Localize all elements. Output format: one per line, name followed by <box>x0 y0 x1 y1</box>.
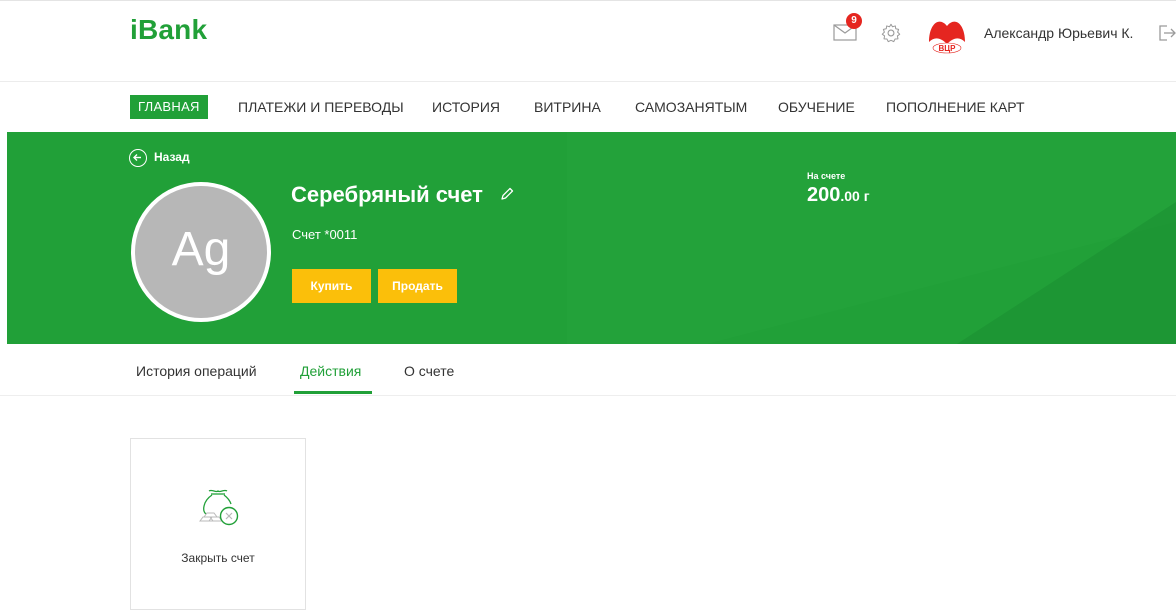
nav-item-card-topup[interactable]: ПОПОЛНЕНИЕ КАРТ <box>886 95 1025 119</box>
balance-label: На счете <box>807 171 846 181</box>
logout-icon[interactable] <box>1156 23 1176 43</box>
header-divider <box>0 81 1176 82</box>
close-account-label: Закрыть счет <box>181 551 255 565</box>
tab-operations-history[interactable]: История операций <box>136 363 257 379</box>
tab-actions[interactable]: Действия <box>300 363 361 379</box>
nav-item-learning[interactable]: ОБУЧЕНИЕ <box>778 95 855 119</box>
balance-value: 200.00 г <box>807 184 870 207</box>
account-number: Счет *0011 <box>292 227 358 242</box>
nav-item-main[interactable]: ГЛАВНАЯ <box>130 95 208 119</box>
page: iBank 9 ВЦР Александр Юрьевич К. ГЛАВНАЯ… <box>0 0 1176 614</box>
tabs-divider <box>0 395 1176 396</box>
nav-item-showcase[interactable]: ВИТРИНА <box>534 95 601 119</box>
account-tabs: История операций Действия О счете <box>0 344 1176 396</box>
user-avatar-logo[interactable]: ВЦР <box>925 12 969 56</box>
balance-integer: 200 <box>807 184 841 206</box>
account-avatar: Ag <box>131 182 271 322</box>
pencil-icon[interactable] <box>499 186 515 202</box>
gear-icon[interactable] <box>880 22 902 44</box>
nav-item-payments[interactable]: ПЛАТЕЖИ И ПЕРЕВОДЫ <box>238 95 404 119</box>
close-account-icon <box>199 489 239 526</box>
close-account-card[interactable]: Закрыть счет <box>130 438 306 610</box>
logo[interactable]: iBank <box>130 14 207 46</box>
nav-item-history[interactable]: ИСТОРИЯ <box>432 95 500 119</box>
account-hero: Назад Ag Серебряный счет Счет *0011 Купи… <box>7 132 1176 344</box>
back-label: Назад <box>154 150 190 164</box>
mail-badge: 9 <box>846 13 862 29</box>
sell-button[interactable]: Продать <box>378 269 457 303</box>
tab-about-account[interactable]: О счете <box>404 363 454 379</box>
svg-text:ВЦР: ВЦР <box>939 44 957 53</box>
account-title: Серебряный счет <box>291 182 483 207</box>
header: iBank 9 ВЦР Александр Юрьевич К. ГЛАВНАЯ… <box>0 0 1176 132</box>
user-name[interactable]: Александр Юрьевич К. <box>984 25 1133 41</box>
back-arrow-icon <box>129 149 147 167</box>
buy-button[interactable]: Купить <box>292 269 371 303</box>
balance-fraction: .00 г <box>840 188 870 204</box>
top-border <box>0 0 1176 1</box>
nav-item-self-employed[interactable]: САМОЗАНЯТЫМ <box>635 95 747 119</box>
active-tab-indicator <box>294 391 372 394</box>
